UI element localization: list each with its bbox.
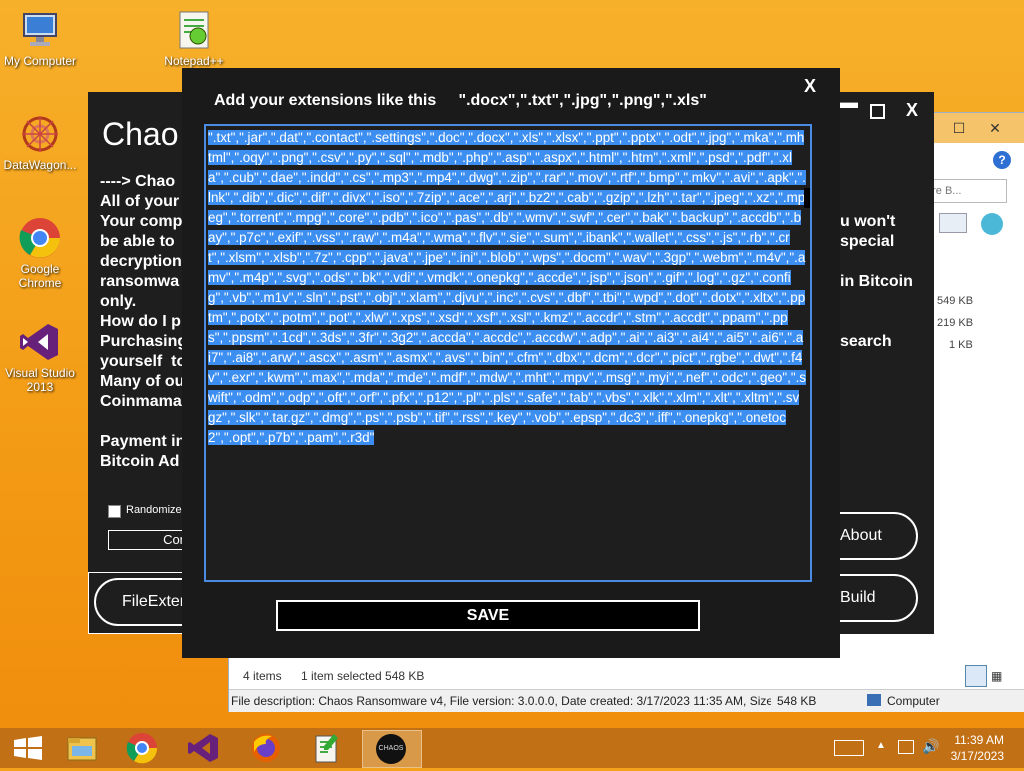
builder-title: Chao — [102, 116, 179, 152]
minimize-icon[interactable]: ▬ — [840, 92, 858, 113]
file-size: 219 KB — [937, 317, 974, 329]
network-icon[interactable] — [898, 740, 914, 754]
desktop-icon-label: Visual Studio 2013 — [5, 366, 75, 394]
notepad-plus-plus-icon — [172, 8, 216, 52]
ransom-note-line: ----> Chao — [100, 173, 176, 190]
randomize-checkbox[interactable] — [108, 505, 121, 518]
start-icon[interactable] — [2, 730, 54, 766]
clock-date: 3/17/2023 — [950, 749, 1004, 763]
preview-pane-icon[interactable] — [939, 213, 967, 233]
ransom-note-line — [100, 412, 182, 432]
file-size: 1 KB — [949, 339, 973, 351]
taskbar: CHAOS ▲ 🔊 11:39 AM 3/17/2023 — [0, 728, 1024, 768]
ransom-note-line: Purchasing — [100, 333, 182, 350]
computer-label: Computer — [887, 694, 940, 708]
show-hidden-icons-icon[interactable]: ▲ — [876, 740, 886, 751]
file-size: 549 KB — [937, 295, 974, 307]
build-label: Build — [840, 589, 876, 606]
chrome-icon[interactable] — [116, 730, 168, 766]
extensions-dialog: Add your extensions like this ".docx",".… — [182, 68, 840, 658]
shell-icon[interactable] — [981, 213, 1003, 235]
clock-time: 11:39 AM — [954, 733, 1004, 747]
datawagon-icon — [18, 112, 62, 156]
save-button[interactable]: SAVE — [276, 600, 700, 631]
desktop-icon-datawagon[interactable]: DataWagon... — [0, 112, 82, 172]
selected-count: 1 item selected 548 KB — [301, 669, 425, 683]
visual-studio-icon[interactable] — [178, 730, 230, 766]
extensions-textarea[interactable]: ".txt",".jar",".dat",".contact",".settin… — [204, 124, 812, 582]
chrome-icon — [18, 216, 62, 260]
volume-icon[interactable]: 🔊 — [922, 738, 939, 755]
file-explorer-icon[interactable] — [56, 730, 108, 766]
details-view-icon[interactable] — [965, 665, 987, 687]
firefox-icon[interactable] — [240, 730, 292, 766]
desktop-icon-my-computer[interactable]: My Computer — [0, 8, 82, 68]
ransom-note-line: be able to — [100, 233, 175, 250]
keyboard-icon[interactable] — [834, 740, 864, 756]
desktop-icon-label: Notepad++ — [164, 54, 224, 68]
ransom-note-line: search — [840, 333, 892, 350]
maximize-icon[interactable] — [870, 104, 885, 119]
about-label: About — [840, 527, 882, 544]
con-button[interactable]: Con — [108, 530, 186, 550]
close-icon[interactable]: X — [906, 100, 918, 121]
ransom-note-line: All of your — [100, 193, 180, 210]
chaos-logo: CHAOS — [376, 734, 406, 764]
desktop-icon-label: My Computer — [3, 54, 77, 68]
ransom-note-text: ----> Chao All of your Your comp be able to… — [100, 172, 182, 472]
close-icon[interactable]: X — [804, 76, 816, 97]
dialog-title: Add your extensions like this ".docx",".… — [214, 92, 707, 109]
ransom-note-line: Your comp — [100, 213, 182, 230]
desktop-icon-label: Google Chrome — [18, 262, 62, 290]
chaos-logo-text: CHAOS — [378, 745, 404, 752]
ransom-note-line: in Bitcoin — [840, 273, 913, 290]
explorer-status-bar: 4 items 1 item selected 548 KB ▦ — [229, 663, 1024, 689]
computer-icon — [18, 8, 62, 52]
desktop-icon-visual-studio[interactable]: Visual Studio 2013 — [0, 320, 82, 394]
ransom-note-line: Coinmama — [100, 393, 182, 410]
system-clock[interactable]: 11:39 AM 3/17/2023 — [951, 732, 1004, 764]
desktop-icon-label: DataWagon... — [3, 158, 77, 172]
visual-studio-icon — [18, 320, 62, 364]
file-description: File description: Chaos Ransomware v4, F… — [231, 694, 771, 708]
ransom-note-line: ransomwa — [100, 273, 180, 290]
chaos-icon[interactable]: CHAOS — [362, 730, 422, 768]
desktop-icon-notepad-plus-plus[interactable]: Notepad++ — [152, 8, 236, 68]
extensions-text: ".txt",".jar",".dat",".contact",".settin… — [208, 130, 807, 445]
maximize-icon[interactable]: ☐ — [945, 119, 973, 137]
ransom-note-line: yourself to — [100, 353, 182, 370]
notepad-plus-plus-icon[interactable] — [300, 730, 352, 766]
desktop-icon-google-chrome[interactable]: Google Chrome — [0, 216, 82, 290]
computer-icon — [867, 694, 881, 706]
ransom-note-line: Payment in — [100, 433, 182, 450]
text-caret — [804, 188, 810, 208]
item-count: 4 items — [243, 669, 282, 683]
description-size: 548 KB — [777, 694, 817, 708]
ransom-note-line: only. — [100, 293, 137, 310]
file-description-bar: File description: Chaos Ransomware v4, F… — [229, 689, 1024, 712]
tiles-view-icon[interactable]: ▦ — [991, 669, 1002, 683]
ransom-note-line: Many of ou — [100, 373, 182, 390]
close-icon[interactable]: ✕ — [981, 119, 1009, 137]
file-extension-label: FileExten — [122, 593, 189, 610]
ransom-note-line: u won't — [840, 213, 896, 230]
ransom-note-line: Bitcoin Ad — [100, 453, 180, 470]
ransom-note-line: decryption — [100, 253, 182, 270]
randomize-label: Randomize — [126, 504, 182, 516]
ransom-note-line: special — [840, 233, 895, 250]
ransom-note-line: How do I p — [100, 313, 181, 330]
help-icon[interactable]: ? — [993, 151, 1011, 169]
